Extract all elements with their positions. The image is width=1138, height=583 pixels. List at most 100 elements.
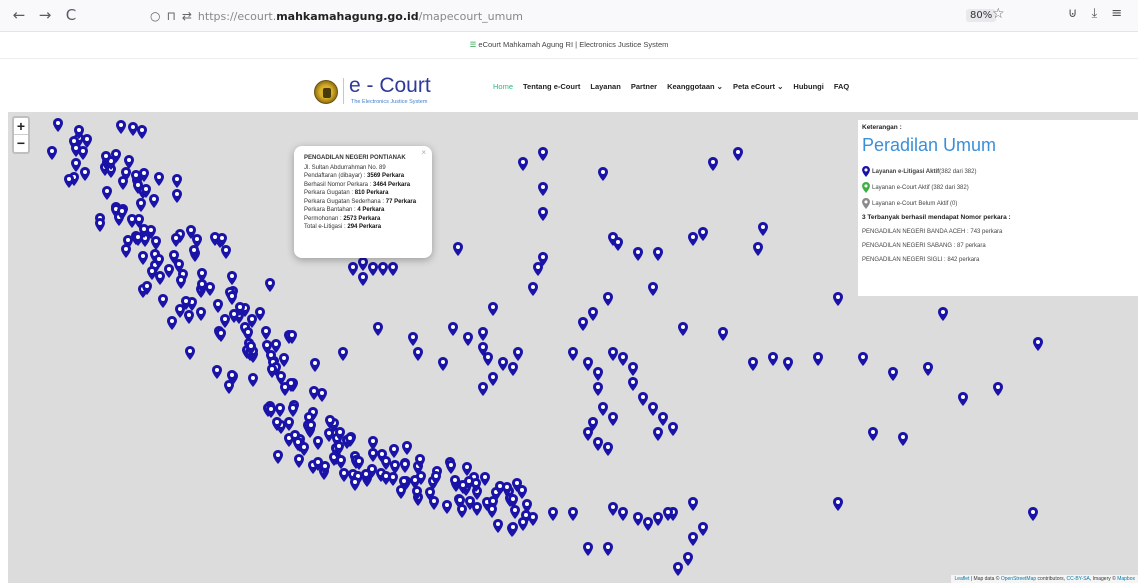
court-map-marker[interactable]: [668, 422, 678, 436]
court-map-marker[interactable]: [181, 295, 192, 310]
mapbox-link[interactable]: Mapbox: [1117, 576, 1135, 582]
court-map-marker[interactable]: [648, 402, 658, 416]
court-map-marker[interactable]: [858, 352, 868, 366]
court-map-marker[interactable]: [603, 442, 613, 456]
court-map-marker[interactable]: [628, 377, 638, 391]
address-bar[interactable]: ○ ⊓ ⇄ https://ecourt.mahkamahagung.go.id…: [150, 4, 1010, 28]
court-map-marker[interactable]: [368, 448, 379, 463]
court-map-marker[interactable]: [593, 437, 603, 451]
court-map-marker[interactable]: [688, 497, 698, 511]
court-map-marker[interactable]: [52, 118, 63, 133]
court-map-marker[interactable]: [583, 357, 593, 371]
court-map-marker[interactable]: [598, 402, 608, 416]
court-map-marker[interactable]: [508, 522, 518, 536]
court-map-marker[interactable]: [488, 302, 498, 316]
court-map-marker[interactable]: [138, 223, 149, 238]
court-map-marker[interactable]: [613, 237, 623, 251]
court-map-marker[interactable]: [538, 252, 548, 266]
court-map-marker[interactable]: [708, 157, 718, 171]
court-map-marker[interactable]: [284, 416, 295, 431]
popup-close-button[interactable]: ×: [421, 148, 426, 158]
court-map-marker[interactable]: [608, 347, 618, 361]
court-map-marker[interactable]: [578, 317, 588, 331]
court-map-marker[interactable]: [120, 243, 131, 258]
court-map-marker[interactable]: [888, 367, 898, 381]
court-map-marker[interactable]: [273, 450, 284, 465]
court-map-marker[interactable]: [135, 198, 146, 213]
court-map-marker[interactable]: [588, 307, 598, 321]
court-map-marker[interactable]: [151, 236, 162, 251]
court-map-marker[interactable]: [833, 497, 843, 511]
court-map-marker[interactable]: [138, 251, 149, 266]
court-map-marker[interactable]: [169, 250, 180, 265]
court-map-marker[interactable]: [415, 454, 426, 469]
court-map-marker[interactable]: [189, 244, 200, 259]
court-map-marker[interactable]: [498, 357, 508, 371]
court-map-marker[interactable]: [608, 412, 618, 426]
court-map-marker[interactable]: [538, 147, 548, 161]
forward-icon[interactable]: →: [34, 6, 56, 24]
court-map-marker[interactable]: [408, 332, 418, 346]
court-map-marker[interactable]: [442, 499, 453, 514]
court-map-marker[interactable]: [492, 519, 503, 534]
court-map-marker[interactable]: [673, 562, 683, 576]
court-map-marker[interactable]: [471, 502, 482, 517]
court-map-marker[interactable]: [183, 309, 194, 324]
ecourt-logo-title[interactable]: e - Court: [349, 74, 431, 98]
court-map-marker[interactable]: [116, 205, 127, 220]
court-map-marker[interactable]: [212, 299, 223, 314]
court-map-marker[interactable]: [618, 352, 628, 366]
court-map-marker[interactable]: [95, 218, 106, 233]
court-map-marker[interactable]: [286, 329, 297, 344]
court-map-marker[interactable]: [438, 357, 448, 371]
court-map-marker[interactable]: [548, 507, 558, 521]
court-map-marker[interactable]: [118, 176, 129, 191]
court-map-marker[interactable]: [358, 272, 368, 286]
court-map-marker[interactable]: [358, 257, 368, 271]
court-map-marker[interactable]: [172, 174, 183, 189]
court-map-marker[interactable]: [868, 427, 878, 441]
court-map-marker[interactable]: [1028, 507, 1038, 521]
court-map-marker[interactable]: [294, 454, 305, 469]
court-map-marker[interactable]: [271, 339, 282, 354]
court-map-marker[interactable]: [753, 242, 763, 256]
court-map-marker[interactable]: [205, 282, 216, 297]
court-map-marker[interactable]: [568, 347, 578, 361]
court-map-marker[interactable]: [413, 347, 423, 361]
court-map-marker[interactable]: [412, 485, 423, 500]
court-map-marker[interactable]: [195, 307, 206, 322]
court-map-marker[interactable]: [320, 461, 331, 476]
court-map-marker[interactable]: [516, 485, 527, 500]
court-map-marker[interactable]: [349, 477, 360, 492]
court-map-marker[interactable]: [226, 369, 237, 384]
court-map-marker[interactable]: [758, 222, 768, 236]
court-map-marker[interactable]: [430, 471, 441, 486]
license-link[interactable]: CC-BY-SA: [1066, 576, 1089, 582]
court-map-marker[interactable]: [185, 345, 196, 360]
court-map-marker[interactable]: [958, 392, 968, 406]
court-map-marker[interactable]: [64, 174, 75, 188]
court-map-marker[interactable]: [603, 542, 613, 556]
nav-faq[interactable]: FAQ: [834, 82, 849, 91]
court-map-marker[interactable]: [488, 372, 498, 386]
court-map-marker[interactable]: [429, 495, 440, 510]
court-map-marker[interactable]: [653, 247, 663, 261]
court-map-marker[interactable]: [309, 386, 320, 401]
court-map-marker[interactable]: [993, 382, 1003, 396]
court-map-marker[interactable]: [245, 341, 256, 356]
court-map-marker[interactable]: [618, 507, 628, 521]
zoom-in-button[interactable]: +: [14, 118, 28, 135]
court-map-marker[interactable]: [457, 503, 468, 518]
leaflet-link[interactable]: Leaflet: [954, 576, 969, 582]
court-map-marker[interactable]: [309, 357, 320, 372]
court-map-marker[interactable]: [234, 301, 245, 316]
court-map-marker[interactable]: [126, 214, 137, 229]
court-map-marker[interactable]: [608, 502, 618, 516]
court-map-marker[interactable]: [264, 278, 275, 293]
court-map-marker[interactable]: [158, 294, 169, 309]
court-map-marker[interactable]: [242, 327, 253, 342]
court-map-marker[interactable]: [568, 507, 578, 521]
court-map-marker[interactable]: [153, 172, 164, 187]
court-map-marker[interactable]: [285, 377, 296, 392]
court-map-marker[interactable]: [266, 404, 277, 419]
